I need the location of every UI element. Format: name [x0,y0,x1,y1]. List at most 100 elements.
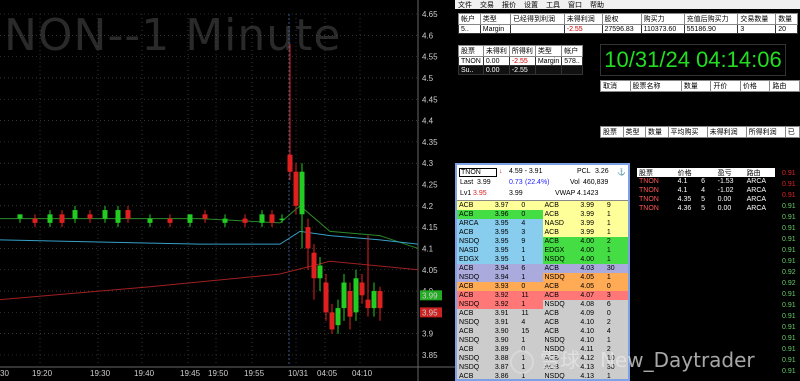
bid-row[interactable]: EDGX 3.95 1 [457,255,543,264]
col-stock[interactable]: 股票 [600,126,624,138]
candle-body [17,214,23,219]
bid-row[interactable]: NASD 3.95 1 [457,246,543,255]
bid-row[interactable]: ACB 3.96 0 [457,210,543,219]
col-account[interactable]: 帐户 [561,45,583,57]
anchor-icon[interactable]: ⚓ [617,168,626,176]
brand-watermark: 雪球：New_Daytrader [510,344,755,374]
col-cancel[interactable]: 取消 [600,80,631,92]
col-equity[interactable]: 股权 [601,13,642,25]
trade-row[interactable]: TNON 4.36 5 0.00 ARCA [637,204,775,213]
price-label: 3.9 [422,330,434,339]
col-unrealized[interactable]: 未得利润 [706,126,747,138]
col-qty[interactable]: 数量 [775,13,798,25]
col-type[interactable]: 类型 [479,13,511,25]
col-bp-after[interactable]: 充值后购买力 [683,13,739,25]
col-trade-count[interactable]: 交易数量 [737,13,777,25]
ask-row[interactable]: NSDQ 4.05 1 [542,273,628,282]
bid-row[interactable]: NSDQ 3.92 1 [457,300,543,309]
menu-help[interactable]: 帮助 [590,0,604,10]
trade-row[interactable]: TNON 4.1 4 -1.02 ARCA [637,186,775,195]
menu-window[interactable]: 窗口 [568,0,582,10]
candle-body [279,218,285,221]
candle-body [341,282,347,309]
lv1-label: Lv1 [460,190,472,197]
col-avg-buy[interactable]: 平均购买 [667,126,708,138]
ask-row[interactable]: ACB 4.07 3 [542,291,628,300]
bid-row[interactable]: ACB 3.97 0 [457,201,543,210]
col-qty[interactable]: 数量 [645,126,669,138]
menu-tools[interactable]: 工具 [546,0,560,10]
col-realized[interactable]: 所得利润 [745,126,786,138]
col-pnl[interactable]: 盈亏 [716,168,745,177]
col-type[interactable]: 类型 [622,126,646,138]
menu-quote[interactable]: 报价 [502,0,516,10]
bid-row[interactable]: NSDQ 3.95 9 [457,237,543,246]
trading-workspace: NON--1 Minute 4.65 4.6 4.55 4.5 4.45 4.4 4.35 4… [0,0,800,381]
price-chart-panel[interactable]: NON--1 Minute 4.65 4.6 4.55 4.5 4.45 4.4 4.35 4… [0,0,455,381]
bid-row[interactable]: ARCA 3.95 4 [457,219,543,228]
trade-row[interactable]: TNON 4.1 6 -1.53 ARCA [637,177,775,186]
menu-trade[interactable]: 交易 [480,0,494,10]
col-realized[interactable]: 所得利 [508,45,536,57]
symbol-input[interactable]: TNON [459,168,497,177]
candle-body [259,214,265,223]
col-extra[interactable]: 已 [784,126,800,138]
ask-row[interactable]: ACB 4.05 0 [542,282,628,291]
bid-row[interactable]: ACB 3.92 11 [457,291,543,300]
price-label: 4.4 [422,117,434,126]
ask-row[interactable]: ACB 4.09 0 [542,309,628,318]
candlestick-chart[interactable]: 4.65 4.6 4.55 4.5 4.45 4.4 4.35 4.3 4.25 4.2 4.15 4… [0,0,455,381]
col-stock-name[interactable]: 股票名称 [629,80,682,92]
bid-row[interactable]: ACB 3.94 6 [457,264,543,273]
day-range: 4.59 - 3.91 [509,168,543,175]
ask-row[interactable]: ACB 4.00 2 [542,237,628,246]
col-stock[interactable]: 股票 [458,45,484,57]
orders-panel: 取消 股票名称 数量 开价 价格 路由 股票 类型 数量 平均购买 未得利润 所… [600,80,800,160]
candle-body [311,252,317,279]
ask-row[interactable]: EDGX 4.00 1 [542,246,628,255]
ask-row[interactable]: NSDQ 4.00 1 [542,255,628,264]
price-label: 4.15 [422,223,438,232]
bid-row[interactable]: NSDQ 3.91 4 [457,318,543,327]
menu-settings[interactable]: 设置 [524,0,538,10]
col-route[interactable]: 路由 [769,80,800,92]
account-row[interactable]: 5.. Margin -2.55 27596.83 110373.60 5518… [458,24,798,34]
candle-body [115,210,121,223]
bid-row[interactable]: ACB 3.90 15 [457,327,543,336]
candle-body [202,214,208,219]
candle-body [335,308,341,326]
time-label: 19:30 [90,369,111,378]
position-row[interactable]: TNON 0.00 -2.55 Margin 578.. [458,56,583,66]
col-type[interactable]: 类型 [534,45,563,57]
col-price[interactable]: 价格 [676,168,699,177]
ask-row[interactable]: ACB 4.10 2 [542,318,628,327]
col-unrealized[interactable]: 未得利润 [563,13,603,25]
trade-row[interactable]: TNON 4.35 5 0.00 ARCA [637,195,775,204]
col-size[interactable] [699,168,716,177]
summary-table: 股票 类型 数量 平均购买 未得利润 所得利润 已 [600,126,800,138]
col-buying-power[interactable]: 购买力 [640,13,685,25]
price-label: 4.6 [422,31,434,40]
bid-row[interactable]: ACB 3.91 11 [457,309,543,318]
bid-row[interactable]: NSDQ 3.94 1 [457,273,543,282]
trades-list: TNON 4.1 6 -1.53 ARCA TNON 4.1 4 -1.02 ARCA TNON 4.… [637,177,775,213]
col-route[interactable]: 路由 [745,168,775,177]
col-qty[interactable]: 数量 [680,80,712,92]
col-open[interactable]: 开价 [710,80,741,92]
col-unrealized[interactable]: 未得利 [482,45,510,57]
col-account[interactable]: 帐户 [458,13,481,25]
menu-file[interactable]: 文件 [458,0,472,10]
col-realized[interactable]: 已经得到利润 [509,13,565,25]
bid-row[interactable]: ACB 3.95 3 [457,228,543,237]
col-stock[interactable]: 股票 [637,168,676,177]
ask-row[interactable]: NSDQ 4.08 6 [542,300,628,309]
ask-row[interactable]: ACB 4.03 30 [542,264,628,273]
ask-row[interactable]: NASD 3.99 1 [542,219,628,228]
ask-row[interactable]: ACB 4.10 4 [542,327,628,336]
bid-row[interactable]: ACB 3.93 0 [457,282,543,291]
ask-row[interactable]: ACB 3.99 1 [542,228,628,237]
ask-row[interactable]: ACB 3.99 1 [542,210,628,219]
ask-row[interactable]: ACB 3.99 9 [542,201,628,210]
col-price[interactable]: 价格 [739,80,771,92]
candle-body [187,214,193,223]
